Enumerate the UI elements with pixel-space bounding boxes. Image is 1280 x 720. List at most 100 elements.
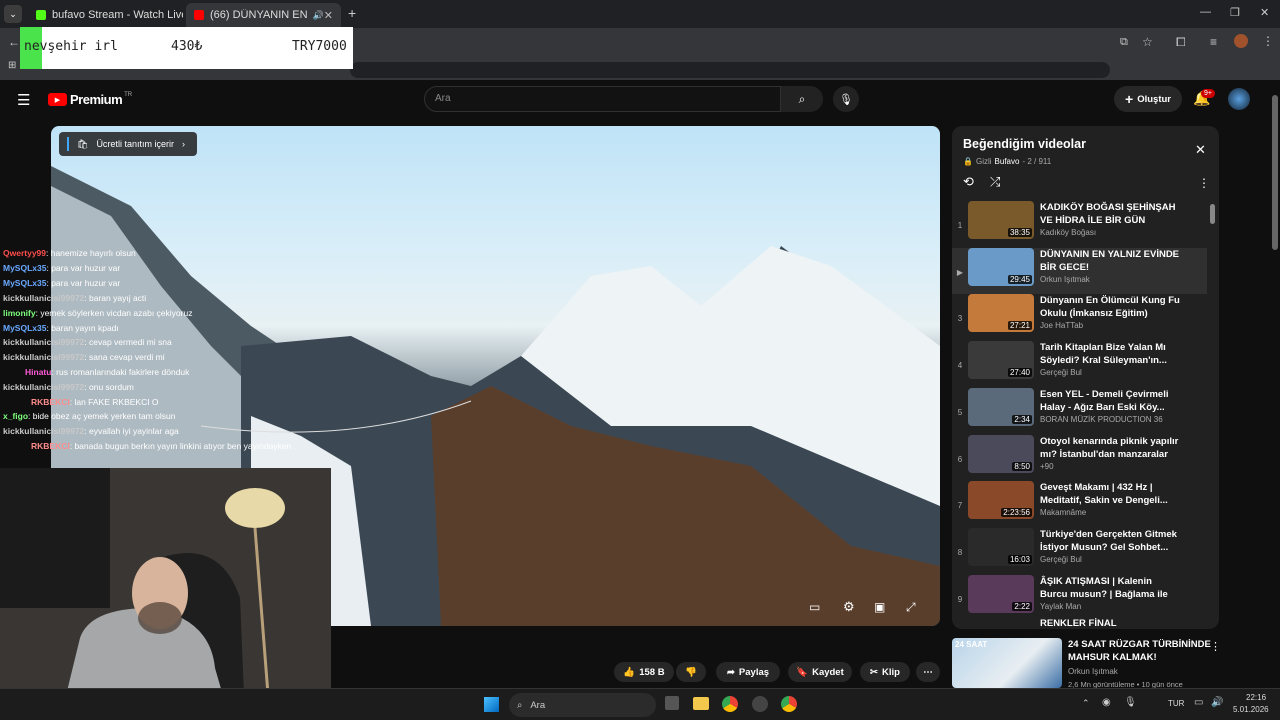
playlist-item[interactable]: 4 27:40 Tarih Kitapları Bize Yalan Mı Söyl… [952, 341, 1207, 387]
tab-youtube[interactable]: (66) DÜNYANIN EN YALNIZ 🔊 ✕ [186, 3, 341, 27]
task-view-icon[interactable] [665, 696, 679, 710]
playlist-item[interactable]: ▶ 29:45 DÜNYANIN EN YALNIZ EVİNDE BİR GECE… [952, 247, 1207, 294]
playlist-menu-icon[interactable]: ⋮ [1198, 176, 1210, 190]
hamburger-icon[interactable]: ☰ [17, 91, 30, 109]
playlist-item-title[interactable]: Türkiye'den Gerçekten Gitmek İstiyor Mus… [1040, 528, 1180, 554]
playlist-item-thumbnail[interactable]: 2:22 [968, 574, 1034, 613]
bookmark-star-icon[interactable]: ☆ [1142, 35, 1153, 49]
playlist-scrollbar[interactable] [1210, 204, 1215, 224]
share-button[interactable]: ➦ Paylaş [716, 662, 780, 682]
playlist-item-channel[interactable]: BORAN MÜZİK PRODUCTION 36 [1040, 415, 1180, 424]
like-button[interactable]: 👍 158 B [614, 662, 674, 682]
taskbar-lang[interactable]: TUR [1168, 699, 1184, 708]
speaker-icon[interactable]: 🔊 [313, 10, 324, 21]
playlist-item-title[interactable]: Tarih Kitapları Bize Yalan Mı Söyledi? K… [1040, 341, 1180, 367]
playlist-item-channel[interactable]: Orkun Işıtmak [1040, 275, 1180, 284]
playlist-item-channel[interactable]: Yaylak Man [1040, 602, 1180, 611]
new-tab-button[interactable]: + [348, 5, 356, 21]
playlist-item[interactable]: 7 2:23:56 Geveşt Makamı | 432 Hz | Meditat… [952, 481, 1207, 527]
playlist-item-channel[interactable]: Gerçeği Bul [1040, 368, 1180, 377]
tab-search-button[interactable]: ⌄ [4, 5, 22, 23]
window-close-icon[interactable]: ✕ [1260, 6, 1269, 19]
account-avatar[interactable] [1228, 88, 1250, 110]
app-icon[interactable] [752, 696, 768, 712]
playlist-item-thumbnail[interactable]: 27:21 [968, 294, 1034, 333]
youtube-logo[interactable]: ▶ Premium TR [48, 92, 132, 107]
apps-icon[interactable]: ⊞ [8, 60, 16, 71]
page-scrollbar[interactable] [1272, 95, 1278, 250]
playlist-item-thumbnail[interactable]: 8:50 [968, 434, 1034, 473]
playlist-item-channel[interactable]: Joe HaTTab [1040, 321, 1180, 330]
playlist-partial-item[interactable]: RENKLER FİNAL [1040, 618, 1117, 629]
recommended-thumbnail[interactable]: 24 SAAT [952, 638, 1062, 688]
windows-start-icon[interactable] [484, 697, 499, 712]
playlist-item-title[interactable]: Dünyanın En Ölümcül Kung Fu Okulu (İmkan… [1040, 294, 1180, 320]
subtitles-icon[interactable]: ▭ [809, 600, 820, 614]
miniplayer-icon[interactable]: ▣ [874, 600, 885, 614]
playlist-item[interactable]: 8 16:03 Türkiye'den Gerçekten Gitmek İstiy… [952, 527, 1207, 574]
loop-icon[interactable]: ⟲ [963, 174, 974, 190]
playlist-item-title[interactable]: ÂŞIK ATIŞMASI | Kalenin Burcu musun? | B… [1040, 575, 1180, 601]
playlist-item-title[interactable]: Otoyol kenarında piknik yapılır mı? İsta… [1040, 435, 1180, 461]
playlist-owner[interactable]: Bufavo [995, 157, 1020, 166]
recommended-channel[interactable]: Orkun Işıtmak [1068, 667, 1118, 676]
playlist-item-title[interactable]: Geveşt Makamı | 432 Hz | Meditatif, Saki… [1040, 481, 1180, 507]
create-button[interactable]: + Oluştur [1114, 86, 1182, 112]
playlist-item[interactable]: 5 2:34 Esen YEL - Demeli Çevirmeli Halay -… [952, 387, 1207, 434]
restore-icon[interactable]: ❐ [1230, 6, 1240, 19]
playlist-item[interactable]: 3 27:21 Dünyanın En Ölümcül Kung Fu Okulu … [952, 294, 1207, 340]
tray-volume-icon[interactable]: 🔊 [1211, 697, 1223, 708]
playlist-close-icon[interactable]: ✕ [1195, 142, 1206, 158]
playlist-item-channel[interactable]: Makamnâme [1040, 508, 1180, 517]
playlist-item-title[interactable]: KADIKÖY BOĞASI ŞEHİNŞAH VE HİDRA İLE BİR… [1040, 201, 1180, 227]
tray-mic-icon[interactable]: 🎙 [1124, 697, 1137, 708]
playlist-item-thumbnail[interactable]: 2:34 [968, 387, 1034, 426]
playlist-item-title[interactable]: Esen YEL - Demeli Çevirmeli Halay - Ağız… [1040, 388, 1180, 414]
tray-chevron-icon[interactable]: ⌃ [1082, 698, 1090, 709]
voice-search-icon[interactable]: 🎙 [833, 86, 859, 112]
search-box[interactable]: Ara [424, 86, 781, 112]
taskbar-date[interactable]: 5.01.2026 [1233, 705, 1269, 714]
playlist-item-title[interactable]: DÜNYANIN EN YALNIZ EVİNDE BİR GECE! [1040, 248, 1180, 274]
settings-gear-icon[interactable]: ⚙ [843, 599, 855, 615]
playlist-item-thumbnail[interactable]: 38:35 [968, 201, 1034, 239]
address-bar[interactable] [350, 62, 1110, 78]
taskbar-time[interactable]: 22:16 [1246, 693, 1266, 702]
playlist-item[interactable]: 6 8:50 Otoyol kenarında piknik yapılır mı?… [952, 434, 1207, 481]
reading-list-icon[interactable]: ≡ [1210, 35, 1217, 49]
paid-promotion-badge[interactable]: 🛍 Ücretli tanıtım içerir › [59, 132, 197, 156]
playlist-item-thumbnail[interactable]: 2:23:56 [968, 481, 1034, 520]
playlist-item-channel[interactable]: Gerçeği Bul [1040, 555, 1180, 564]
search-button[interactable]: ⌕ [781, 86, 823, 112]
playlist-item[interactable]: 1 38:35 KADIKÖY BOĞASI ŞEHİNŞAH VE HİDRA İ… [952, 201, 1207, 247]
chrome-icon[interactable] [722, 696, 738, 712]
playlist-item-thumbnail[interactable]: 29:45 [968, 247, 1034, 286]
shuffle-icon[interactable]: ⤮ [990, 174, 1000, 190]
more-actions-button[interactable]: ⋯ [916, 662, 940, 682]
menu-icon[interactable]: ⋮ [1262, 34, 1274, 48]
profile-avatar[interactable] [1234, 34, 1248, 48]
fullscreen-icon[interactable]: ⤢ [906, 600, 916, 615]
dislike-button[interactable]: 👎 [676, 662, 706, 682]
playlist-item-channel[interactable]: +90 [1040, 462, 1180, 471]
save-button[interactable]: 🔖 Kaydet [788, 662, 852, 682]
close-icon[interactable]: ✕ [324, 9, 333, 22]
taskbar-search[interactable]: ⌕ Ara [509, 693, 656, 717]
minimize-icon[interactable]: — [1200, 6, 1211, 18]
playlist-item-thumbnail[interactable]: 27:40 [968, 341, 1034, 380]
playlist-item-channel[interactable]: Kadıköy Boğası [1040, 228, 1180, 237]
file-explorer-icon[interactable] [693, 697, 709, 710]
back-icon[interactable]: ← [8, 35, 20, 49]
clip-button[interactable]: ✂ Klip [860, 662, 910, 682]
cast-icon[interactable]: ⧉ [1120, 36, 1128, 49]
recommended-menu-icon[interactable]: ⋮ [1210, 640, 1221, 653]
playlist-item[interactable]: 9 2:22 ÂŞIK ATIŞMASI | Kalenin Burcu musun… [952, 574, 1207, 621]
chrome-active-icon[interactable] [781, 696, 797, 712]
tray-display-icon[interactable]: ▭ [1194, 697, 1203, 708]
recommended-video[interactable]: 24 SAAT 24 SAAT RÜZGAR TÜRBİNİNDE MAHSUR… [952, 636, 1232, 689]
recommended-title[interactable]: 24 SAAT RÜZGAR TÜRBİNİNDE MAHSUR KALMAK! [1068, 638, 1218, 664]
tab-kick[interactable]: bufavo Stream - Watch Live on ✕ [28, 3, 183, 27]
playlist-item-thumbnail[interactable]: 16:03 [968, 527, 1034, 566]
extensions-icon[interactable]: ⧠ [1176, 35, 1186, 50]
tray-network-icon[interactable]: ◉ [1102, 697, 1111, 708]
